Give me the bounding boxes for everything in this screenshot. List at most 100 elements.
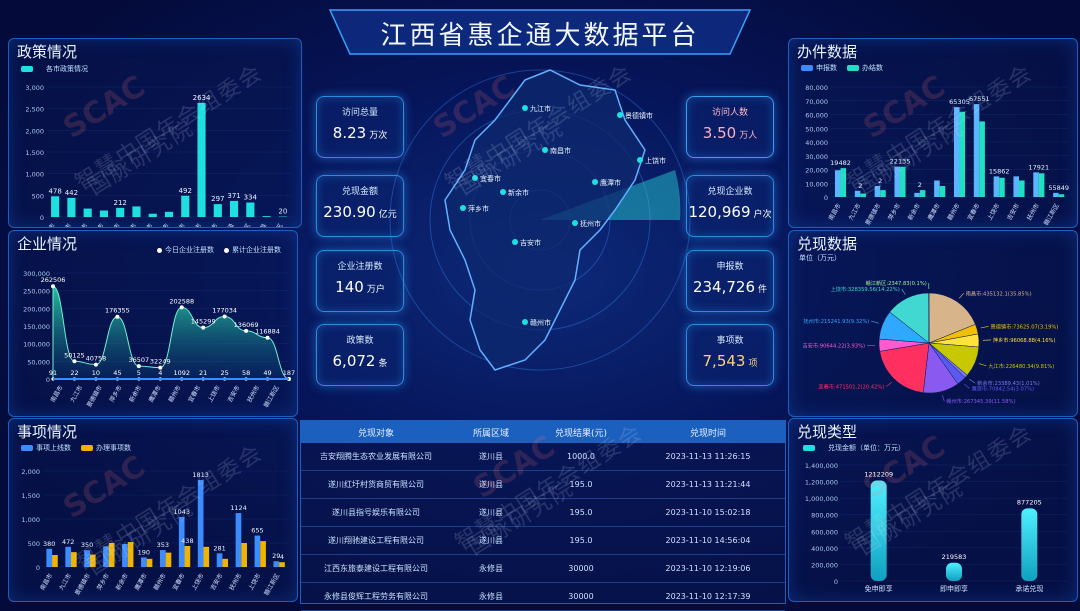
items-bar-handled <box>222 559 228 567</box>
policy-bar <box>132 206 140 217</box>
table-row: 永修县俊辉工程劳务有限公司永修县300002023-11-10 12:17:39 <box>301 583 785 611</box>
city-dot <box>522 319 528 325</box>
office-bar-done <box>940 186 946 197</box>
enterprise-point-label: 32249 <box>150 358 171 366</box>
cashtype-panel: 兑现类型 兑现金额（单位：万元） 1,400,0001,200,0001,000… <box>788 418 1078 602</box>
policy-bar <box>230 201 238 217</box>
items-xtick: 宜春市 <box>171 572 187 592</box>
policy-ytick: 1,000 <box>25 171 44 179</box>
table-cell: 吉安翔腾生态农业发展有限公司 <box>301 451 451 462</box>
items-xtick: 景德镇市 <box>73 572 92 597</box>
enterprise-xtick: 新余市 <box>127 384 143 404</box>
office-ytick: 80,000 <box>805 84 828 92</box>
office-bar-apply <box>934 181 940 198</box>
office-xtick: 鹰潭市 <box>926 202 942 222</box>
items-bar-handled <box>52 555 58 567</box>
cashtype-xtick: 免申即享 <box>865 584 893 593</box>
enterprise-point <box>72 359 76 363</box>
policy-bar <box>214 204 222 217</box>
cashtype-ytick: 1,400,000 <box>805 462 838 470</box>
enterprise-point <box>244 329 248 333</box>
city-label: 九江市 <box>530 104 551 113</box>
items-bar-handled <box>90 555 96 567</box>
items-ytick: 500 <box>28 540 40 548</box>
pie-leader <box>964 384 969 389</box>
items-panel: 事项情况 事项上线数 办理事项数 2,0001,5001,00050003804… <box>8 418 298 602</box>
table-cell: 30000 <box>531 564 631 573</box>
items-ytick: 1,000 <box>21 516 40 524</box>
enterprise-today-label: 21 <box>199 369 207 377</box>
pie-leader <box>902 289 906 294</box>
enterprise-point <box>180 305 184 309</box>
kpi-number: 7,543 <box>703 352 746 370</box>
office-bar-apply <box>1033 172 1039 197</box>
office-bar-label: 67551 <box>969 95 990 103</box>
cashtype-chart: 1,400,0001,200,0001,000,000800,000600,00… <box>789 419 1077 601</box>
table-row: 遂川翔驰建设工程有限公司遂川县195.02023-11-10 14:56:04 <box>301 527 785 555</box>
enterprise-point <box>223 314 227 318</box>
city-dot <box>617 112 623 118</box>
pie-label: 宜春市:471501.2(20.42%) <box>818 383 884 391</box>
office-bar-done <box>860 194 866 197</box>
office-bar-label: 17921 <box>1029 163 1050 171</box>
policy-xtick: 景德镇市 <box>70 222 89 227</box>
office-ytick: 60,000 <box>805 112 828 120</box>
items-bar-handled <box>166 553 172 567</box>
office-bar-label: 2 <box>858 182 862 190</box>
pie-label: 萍乡市:96068.88(4.16%) <box>993 336 1056 344</box>
table-cell: 遂川县 <box>451 451 531 462</box>
office-bar-done <box>1059 194 1065 197</box>
items-bar-handled <box>241 543 247 567</box>
table-cell: 遂川县 <box>451 535 531 546</box>
pie-label: 吉安市:90644.22(3.93%) <box>802 342 865 350</box>
office-ytick: 10,000 <box>805 180 828 188</box>
jiangxi-map: 九江市景德镇市南昌市上饶市宜春市鹰潭市新余市萍乡市抚州市吉安市赣州市 <box>375 60 705 390</box>
policy-xtick: 新余市 <box>106 222 122 227</box>
items-bar-online <box>273 561 279 567</box>
policy-xtick: 萍乡市 <box>90 222 106 227</box>
table-cell: 2023-11-10 12:17:39 <box>631 592 785 601</box>
kpi-number: 3.50 <box>703 124 736 142</box>
header-time: 兑现时间 <box>631 426 785 439</box>
policy-xtick: 九江市 <box>57 222 73 227</box>
items-xtick: 九江市 <box>57 572 73 592</box>
table-row: 遂川县指号娱乐有限公司遂川县195.02023-11-10 15:02:18 <box>301 499 785 527</box>
items-bar-online <box>198 480 204 567</box>
cashtype-ytick: 1,000,000 <box>805 495 838 503</box>
enterprise-ytick: 100,000 <box>23 341 50 349</box>
policy-ytick: 0 <box>40 214 44 222</box>
items-bar-online <box>84 550 90 567</box>
enterprise-today-label: 58 <box>242 369 250 377</box>
items-bar-online <box>217 553 223 567</box>
policy-xtick: 省级 <box>223 222 236 227</box>
policy-xtick: 上饶市 <box>171 222 187 227</box>
office-bar-label: 19482 <box>830 159 851 167</box>
enterprise-today-label: 187 <box>283 369 295 377</box>
enterprise-point-label: 116884 <box>255 328 280 336</box>
office-ytick: 70,000 <box>805 98 828 106</box>
kpi-number: 6,072 <box>333 352 376 370</box>
table-header: 兑现对象 所属区域 兑现结果(元) 兑现时间 <box>301 421 785 443</box>
page-title: 江西省惠企通大数据平台 <box>310 8 770 58</box>
kpi-unit: 万人 <box>739 131 757 141</box>
items-ytick: 2,000 <box>21 468 40 476</box>
items-xtick: 新余市 <box>114 572 130 592</box>
city-label: 南昌市 <box>550 146 571 155</box>
cash-table: 兑现对象 所属区域 兑现结果(元) 兑现时间 吉安翔腾生态农业发展有限公司遂川县… <box>300 420 786 604</box>
items-bar-handled <box>71 552 77 567</box>
policy-ytick: 1,500 <box>25 149 44 157</box>
table-cell: 遂川翔驰建设工程有限公司 <box>301 535 451 546</box>
policy-bar-label: 334 <box>244 194 258 202</box>
table-cell: 永修县 <box>451 563 531 574</box>
table-cell: 永修县俊辉工程劳务有限公司 <box>301 591 451 602</box>
office-bar-done <box>880 190 886 197</box>
policy-bar <box>181 196 189 217</box>
table-row: 吉安翔腾生态农业发展有限公司遂川县1000.02023-11-13 11:26:… <box>301 443 785 471</box>
enterprise-xtick: 景德镇市 <box>85 384 104 409</box>
office-bar-label: 55849 <box>1048 184 1069 192</box>
table-cell: 2023-11-10 15:02:18 <box>631 508 785 517</box>
office-bar-done <box>999 178 1005 197</box>
office-bar-apply <box>1053 193 1059 197</box>
cash-panel: 兑现数据 单位（万元） 南昌市:435132.1(35.85%)景德镇市:736… <box>788 230 1078 417</box>
policy-xtick: 吉安市 <box>187 222 203 227</box>
